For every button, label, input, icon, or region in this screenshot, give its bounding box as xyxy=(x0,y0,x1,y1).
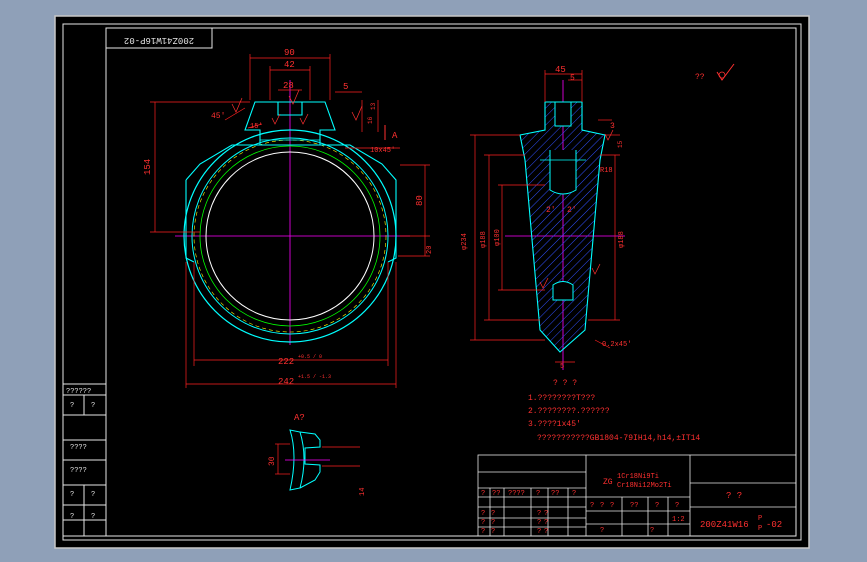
dim-42: 42 xyxy=(284,60,295,70)
dim-20: 20 xyxy=(426,246,434,254)
side-angle-left: 2' xyxy=(546,206,556,215)
dim-80: 80 xyxy=(415,195,425,206)
drawing-code: 200Z41W16 xyxy=(700,520,749,530)
cad-drawing: 200Z41W16P-02 ?????? ? ? ???? ???? ? ? ?… xyxy=(54,15,810,549)
tb-attr: ? xyxy=(590,502,594,510)
note-2: 2.????????.?????? xyxy=(528,407,610,416)
tb-row: ? xyxy=(481,528,485,536)
tb-row: ? xyxy=(537,528,541,536)
tb-row: ? xyxy=(481,510,485,518)
dim-222-tol: +0.5 / 0 xyxy=(298,354,322,360)
tb-header: ? xyxy=(572,490,576,498)
side-dim-5b: 5 xyxy=(560,363,564,371)
scale-value: 1:2 xyxy=(672,516,685,524)
tb-attr: ? xyxy=(650,527,654,535)
chamfer-front: 10x45' xyxy=(370,147,395,155)
dim-242: 242 xyxy=(278,377,294,387)
left-table-cell: ?????? xyxy=(66,388,91,396)
tb-row: ? xyxy=(544,519,548,527)
material-steel-2: Cr18Ni12Mo2Ti xyxy=(617,482,672,490)
detail-dim-30: 30 xyxy=(268,456,277,466)
note-4: ???????????GB1804-79IH14,h14,±IT14 xyxy=(537,434,700,443)
tb-row: ? xyxy=(537,510,541,518)
tb-row: ? xyxy=(491,510,495,518)
tb-attr: ?? xyxy=(630,502,638,510)
tb-attr: ? xyxy=(600,527,604,535)
left-table-cell: ???? xyxy=(70,444,87,452)
dim-154: 154 xyxy=(143,159,153,175)
side-dim-3: 3 xyxy=(610,122,615,131)
tb-attr: ? xyxy=(600,502,604,510)
side-dia188: φ188 xyxy=(480,231,488,248)
note-3: 3.????1x45' xyxy=(528,420,581,429)
angle-15: 15' xyxy=(250,123,263,131)
tb-header: ? xyxy=(536,490,540,498)
side-angle-right: 2' xyxy=(567,206,577,215)
tb-row: ? xyxy=(537,519,541,527)
note-1: 1.????????T??? xyxy=(528,394,595,403)
drawing-code-p-upper: P xyxy=(758,515,762,523)
tb-row: ? xyxy=(491,528,495,536)
dim-16: 16 xyxy=(367,116,374,124)
left-table-cell: ? xyxy=(70,491,74,499)
drawing-code-p-lower: P xyxy=(758,525,762,533)
left-table-cell: ? xyxy=(70,513,74,521)
side-dim-5: 5 xyxy=(570,74,575,83)
left-table-cell: ???? xyxy=(70,467,87,475)
dim-222: 222 xyxy=(278,357,294,367)
angle-45: 45' xyxy=(211,112,225,121)
left-table-cell: ? xyxy=(91,491,95,499)
tb-header: ?? xyxy=(492,490,500,498)
side-r18: R18 xyxy=(600,167,613,175)
detail-dim-14: 14 xyxy=(359,488,367,496)
left-table-cell: ? xyxy=(91,513,95,521)
tb-row: ? xyxy=(544,510,548,518)
tb-attr: ? xyxy=(610,502,614,510)
side-dia234: φ234 xyxy=(461,233,469,250)
tb-row: ? xyxy=(544,528,548,536)
tb-header: ???? xyxy=(508,490,525,498)
side-dia100: φ100 xyxy=(494,229,502,246)
dim-28: 28 xyxy=(283,81,294,91)
side-dim-45: 45 xyxy=(555,65,566,75)
tb-attr: ? xyxy=(675,502,679,510)
side-chamfer: 0.2x45' xyxy=(602,341,631,349)
tb-header: ? xyxy=(481,490,485,498)
tb-attr: ? xyxy=(655,502,659,510)
side-dim-15: 15 xyxy=(617,140,624,148)
tb-row: ? xyxy=(481,519,485,527)
left-table-cell: ? xyxy=(70,402,74,410)
left-table-cell: ? xyxy=(91,402,95,410)
corner-code-text: 200Z41W16P-02 xyxy=(124,35,194,45)
material-zg: ZG xyxy=(603,478,613,487)
section-label: A xyxy=(392,131,398,141)
side-dia188b: φ188 xyxy=(618,231,626,248)
notes-title: ? ? ? xyxy=(553,379,577,388)
dim-5: 5 xyxy=(343,82,348,92)
tb-row: ? xyxy=(491,519,495,527)
dim-13: 13 xyxy=(370,102,377,110)
drawing-background xyxy=(54,15,810,549)
title-cell: ? ? xyxy=(726,491,742,501)
dim-242-tol: +1.5 / -1.3 xyxy=(298,374,331,380)
roughness-note: ?? xyxy=(695,73,705,82)
drawing-code-suffix: -02 xyxy=(766,520,782,530)
material-steel-1: 1Cr18Ni9Ti xyxy=(617,473,659,481)
tb-header: ?? xyxy=(551,490,559,498)
detail-label: A? xyxy=(294,413,305,423)
dim-90: 90 xyxy=(284,48,295,58)
